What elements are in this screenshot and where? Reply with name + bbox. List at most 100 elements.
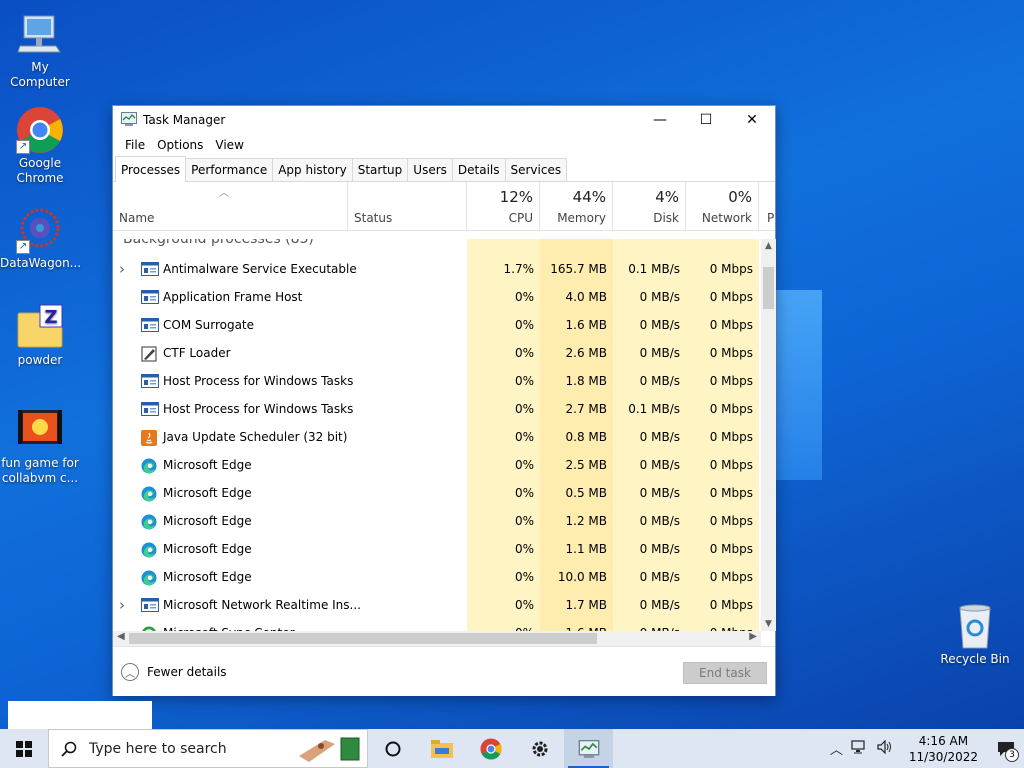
horizontal-scrollbar[interactable]: ◀ ▶ xyxy=(113,631,761,646)
blank-panel xyxy=(8,701,152,729)
java-icon xyxy=(141,430,157,446)
process-disk-value: 0 MB/s xyxy=(639,458,680,472)
menu-options[interactable]: Options xyxy=(151,138,209,152)
taskbar-settings[interactable] xyxy=(515,729,564,768)
column-memory[interactable]: 44% Memory xyxy=(540,182,613,231)
end-task-button[interactable]: End task xyxy=(683,662,767,684)
vertical-scrollbar[interactable]: ▲ ▼ xyxy=(761,239,776,631)
tab-processes[interactable]: Processes xyxy=(115,156,187,182)
tab-performance[interactable]: Performance xyxy=(185,158,274,181)
taskbar-task-manager[interactable] xyxy=(564,729,613,768)
folder-icon xyxy=(430,739,453,758)
tab-startup[interactable]: Startup xyxy=(351,158,409,181)
taskbar-file-explorer[interactable] xyxy=(417,729,466,768)
vertical-scroll-thumb[interactable] xyxy=(763,267,774,309)
process-name: Java Update Scheduler (32 bit) xyxy=(163,430,348,444)
desktop-icon-fun-game[interactable]: fun game for collabvm c... xyxy=(0,406,80,486)
process-net-value: 0 Mbps xyxy=(709,318,753,332)
process-disk-value: 0 MB/s xyxy=(639,542,680,556)
taskbar-chrome[interactable] xyxy=(466,729,515,768)
chrome-icon xyxy=(479,737,502,760)
close-button[interactable]: ✕ xyxy=(729,106,775,134)
task-manager-icon xyxy=(578,739,599,758)
edge-icon xyxy=(141,542,157,558)
desktop-icon-google-chrome[interactable]: ↗ Google Chrome xyxy=(0,106,80,186)
desktop-icon-powder[interactable]: Z powder xyxy=(0,303,80,368)
process-mem-value: 1.6 MB xyxy=(565,318,607,332)
volume-icon[interactable] xyxy=(873,739,899,758)
network-icon[interactable] xyxy=(847,739,873,758)
process-cpu-value: 0% xyxy=(514,346,534,360)
table-row[interactable]: Microsoft Edge 0% 10.0 MB 0 MB/s 0 Mbps xyxy=(113,563,761,591)
scroll-right-icon[interactable]: ▶ xyxy=(749,631,757,642)
desktop-icon-my-computer[interactable]: My Computer xyxy=(0,10,80,90)
title-bar[interactable]: Task Manager — ☐ ✕ xyxy=(113,106,775,134)
table-row[interactable]: Microsoft Edge 0% 2.5 MB 0 MB/s 0 Mbps xyxy=(113,451,761,479)
maximize-button[interactable]: ☐ xyxy=(683,106,729,134)
horizontal-scroll-thumb[interactable] xyxy=(129,633,597,644)
scroll-up-icon[interactable]: ▲ xyxy=(761,241,776,251)
table-row[interactable]: Microsoft Edge 0% 1.2 MB 0 MB/s 0 Mbps xyxy=(113,507,761,535)
table-row[interactable]: CTF Loader 0% 2.6 MB 0 MB/s 0 Mbps xyxy=(113,339,761,367)
service-icon xyxy=(141,318,159,332)
table-row[interactable]: Microsoft Sync Center0%1.6 MB0 MB/s0 Mbp… xyxy=(113,619,761,631)
task-manager-icon xyxy=(121,111,137,129)
table-row[interactable]: › Antimalware Service Executable 1.7% 165.7… xyxy=(113,255,761,283)
scroll-left-icon[interactable]: ◀ xyxy=(117,631,125,642)
start-button[interactable] xyxy=(0,729,48,768)
chevron-right-icon[interactable]: › xyxy=(119,260,131,278)
process-net-value: 0 Mbps xyxy=(709,458,753,472)
process-list: Background processes (83) › Antimalware S… xyxy=(113,239,761,631)
system-clock[interactable]: 4:16 AM 11/30/2022 xyxy=(899,733,988,765)
process-mem-value: 1.8 MB xyxy=(565,374,607,388)
menu-view[interactable]: View xyxy=(209,138,249,152)
table-row[interactable]: › Microsoft Network Realtime Ins... 0% 1.7 … xyxy=(113,591,761,619)
table-row[interactable]: Application Frame Host 0% 4.0 MB 0 MB/s 0 Mb… xyxy=(113,283,761,311)
column-network[interactable]: 0% Network xyxy=(686,182,759,231)
process-mem-value: 0.8 MB xyxy=(565,430,607,444)
group-header-background-processes[interactable]: Background processes (83) xyxy=(123,239,314,247)
desktop-icon-datawagon[interactable]: ↗ DataWagon... xyxy=(0,206,81,271)
task-view-button[interactable] xyxy=(368,729,417,768)
desktop-icon-recycle-bin[interactable]: Recycle Bin xyxy=(935,602,1015,667)
process-name: Microsoft Edge xyxy=(163,458,252,472)
desktop-icon-label: fun game for collabvm c... xyxy=(1,456,79,485)
column-cpu[interactable]: 12% CPU xyxy=(467,182,540,231)
tab-details[interactable]: Details xyxy=(451,158,506,181)
edge-icon xyxy=(141,486,157,502)
scroll-down-icon[interactable]: ▼ xyxy=(761,619,776,629)
process-net-value: 0 Mbps xyxy=(709,542,753,556)
menu-file[interactable]: File xyxy=(119,138,151,152)
tab-users[interactable]: Users xyxy=(407,158,453,181)
desktop-icon-label: Google Chrome xyxy=(16,156,64,185)
table-row[interactable]: Host Process for Windows Tasks 0% 2.7 MB 0.… xyxy=(113,395,761,423)
chevron-up-icon[interactable]: ︿ xyxy=(826,739,847,758)
process-mem-value: 1.1 MB xyxy=(565,542,607,556)
process-mem-value: 1.7 MB xyxy=(565,598,607,612)
process-disk-value: 0.1 MB/s xyxy=(628,402,680,416)
chevron-right-icon[interactable]: › xyxy=(119,596,131,614)
table-row[interactable]: Microsoft Edge 0% 0.5 MB 0 MB/s 0 Mbps xyxy=(113,479,761,507)
column-status[interactable]: Status xyxy=(348,182,467,231)
cpu-total: 12% xyxy=(499,188,533,206)
process-mem-value: 0.5 MB xyxy=(565,486,607,500)
table-row[interactable]: Microsoft Edge 0% 1.1 MB 0 MB/s 0 Mbps xyxy=(113,535,761,563)
desktop-icon-label: powder xyxy=(17,353,63,367)
column-disk[interactable]: 4% Disk xyxy=(613,182,686,231)
table-row[interactable]: Java Update Scheduler (32 bit) 0% 0.8 MB 0 … xyxy=(113,423,761,451)
taskbar-search-box[interactable]: Type here to search xyxy=(48,729,368,768)
column-name[interactable]: Name xyxy=(113,182,348,231)
tab-services[interactable]: Services xyxy=(504,158,568,181)
table-row[interactable]: COM Surrogate 0% 1.6 MB 0 MB/s 0 Mbps xyxy=(113,311,761,339)
process-name: Microsoft Edge xyxy=(163,514,252,528)
minimize-button[interactable]: — xyxy=(637,106,683,134)
clock-date: 11/30/2022 xyxy=(908,749,978,764)
column-power[interactable]: P xyxy=(759,182,775,231)
table-row[interactable]: Host Process for Windows Tasks 0% 1.8 MB 0 … xyxy=(113,367,761,395)
chrome-icon: ↗ xyxy=(16,106,64,154)
fewer-details-button[interactable]: ︿ Fewer details xyxy=(121,663,227,681)
tab-app-history[interactable]: App history xyxy=(272,158,353,181)
disk-total: 4% xyxy=(655,188,679,206)
service-icon xyxy=(141,598,159,612)
action-center-button[interactable]: 3 xyxy=(988,729,1024,768)
